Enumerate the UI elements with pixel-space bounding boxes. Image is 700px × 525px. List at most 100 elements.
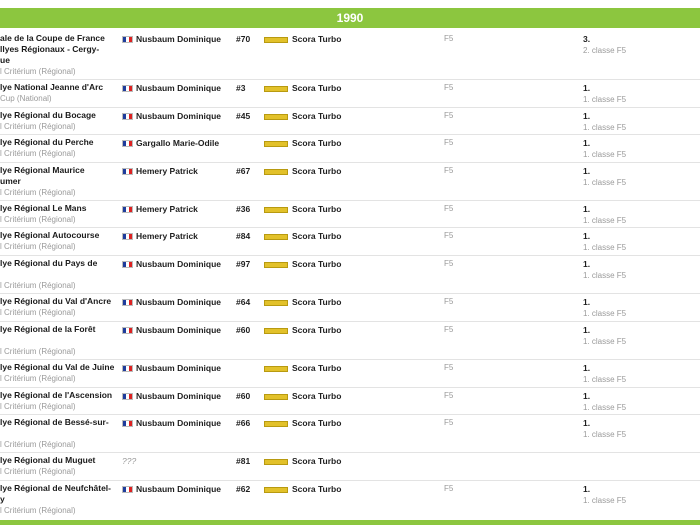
car-model[interactable]: Scora Turbo (292, 111, 341, 121)
table-row[interactable]: ale de la Coupe de France llyes Régionaux… (0, 30, 700, 80)
event-name[interactable]: lye Régional Le Mans (0, 203, 118, 214)
driver-name[interactable]: Nusbaum Dominique (136, 297, 221, 307)
event-cell[interactable]: lye Régional Maurice umer l Critérium (Rég… (0, 165, 118, 198)
event-name[interactable]: lye Régional du Val de Juine (0, 362, 118, 373)
event-name[interactable]: ale de la Coupe de France (0, 33, 118, 44)
car-model[interactable]: Scora Turbo (292, 138, 341, 148)
event-name[interactable]: lye Régional de Bessé-sur- (0, 417, 118, 428)
group-label: F5 (444, 484, 454, 493)
table-row[interactable]: lye Régional Autocourse l Critérium (Régi… (0, 227, 700, 256)
event-name[interactable]: llyes Régionaux - Cergy- (0, 44, 118, 55)
event-cell[interactable]: lye Régional de la Forêt l Critérium (Rég… (0, 324, 118, 357)
table-row[interactable]: lye National Jeanne d'Arc Cup (National) N… (0, 79, 700, 108)
driver-cell: Hemery Patrick (122, 204, 198, 214)
driver-name[interactable]: Nusbaum Dominique (136, 363, 221, 373)
driver-name[interactable]: Nusbaum Dominique (136, 418, 221, 428)
driver-name[interactable]: Gargallo Marie-Odile (136, 138, 219, 148)
event-name[interactable]: y (0, 494, 118, 505)
result-class: 1. classe F5 (583, 430, 627, 439)
car-number: #64 (236, 297, 251, 307)
car-cell: Scora Turbo (264, 231, 341, 241)
event-cell[interactable]: lye Régional du Pays de l Critérium (Régi… (0, 258, 118, 291)
event-name[interactable]: lye Régional de l'Ascension (0, 390, 118, 401)
event-name[interactable]: lye Régional de la Forêt (0, 324, 118, 335)
group-label: F5 (444, 166, 454, 175)
driver-name[interactable]: Hemery Patrick (136, 204, 198, 214)
table-row[interactable]: lye Régional de la Forêt l Critérium (Rég… (0, 321, 700, 360)
table-row[interactable]: lye Régional de l'Ascension l Critérium (… (0, 387, 700, 415)
driver-name[interactable]: Hemery Patrick (136, 231, 198, 241)
car-model[interactable]: Scora Turbo (292, 391, 341, 401)
car-model[interactable]: Scora Turbo (292, 297, 341, 307)
table-row[interactable]: lye Régional du Pays de l Critérium (Régi… (0, 255, 700, 294)
result-cell: 1. 1. classe F5 (583, 484, 626, 506)
car-model[interactable]: Scora Turbo (292, 363, 341, 373)
driver-name[interactable]: Nusbaum Dominique (136, 34, 221, 44)
event-name[interactable]: lye Régional du Muguet (0, 455, 118, 466)
event-cell[interactable]: lye Régional de Neufchâtel-y l Critérium … (0, 483, 118, 516)
car-model[interactable]: Scora Turbo (292, 456, 341, 466)
group-label: F5 (444, 231, 454, 240)
event-category: l Critérium (Régional) (0, 281, 76, 290)
event-cell[interactable]: lye Régional du Muguet l Critérium (Régio… (0, 455, 118, 477)
result-position: 1. (583, 231, 591, 241)
event-name[interactable]: lye Régional du Bocage (0, 110, 118, 121)
table-row[interactable]: lye Régional du Bocage l Critérium (Régio… (0, 107, 700, 135)
table-row[interactable]: lye Régional Le Mans l Critérium (Régiona… (0, 200, 700, 228)
event-cell[interactable]: lye Régional Autocourse l Critérium (Régi… (0, 230, 118, 252)
event-cell[interactable]: lye National Jeanne d'Arc Cup (National) (0, 82, 118, 104)
car-model[interactable]: Scora Turbo (292, 34, 341, 44)
table-row[interactable]: lye Régional du Val d'Ancre l Critérium (… (0, 293, 700, 322)
car-model[interactable]: Scora Turbo (292, 484, 341, 494)
event-name[interactable]: lye Régional du Val d'Ancre (0, 296, 118, 307)
driver-name[interactable]: ??? (122, 456, 136, 466)
group-label: F5 (444, 34, 454, 43)
event-cell[interactable]: lye Régional du Perche l Critérium (Régio… (0, 137, 118, 159)
table-row[interactable]: lye Régional du Val de Juine l Critérium … (0, 359, 700, 388)
event-cell[interactable]: lye Régional Le Mans l Critérium (Régiona… (0, 203, 118, 225)
driver-name[interactable]: Nusbaum Dominique (136, 259, 221, 269)
driver-name[interactable]: Nusbaum Dominique (136, 111, 221, 121)
event-cell[interactable]: lye Régional de Bessé-sur-l Critérium (R… (0, 417, 118, 450)
event-name[interactable]: lye National Jeanne d'Arc (0, 82, 118, 93)
event-name[interactable]: umer (0, 176, 118, 187)
event-name[interactable]: ue (0, 55, 118, 66)
car-model[interactable]: Scora Turbo (292, 204, 341, 214)
result-position: 1. (583, 297, 591, 307)
france-flag-icon (122, 36, 133, 44)
car-model[interactable]: Scora Turbo (292, 259, 341, 269)
table-row[interactable]: lye Régional de Bessé-sur-l Critérium (R… (0, 414, 700, 453)
event-cell[interactable]: lye Régional du Bocage l Critérium (Régio… (0, 110, 118, 132)
event-name[interactable] (0, 335, 118, 346)
event-name[interactable]: lye Régional Maurice (0, 165, 118, 176)
car-cell: Scora Turbo (264, 138, 341, 148)
event-cell[interactable]: ale de la Coupe de France llyes Régionaux… (0, 33, 118, 77)
event-cell[interactable]: lye Régional de l'Ascension l Critérium (… (0, 390, 118, 412)
event-name[interactable]: lye Régional du Pays de (0, 258, 118, 269)
table-row[interactable]: lye Régional du Perche l Critérium (Régio… (0, 134, 700, 163)
table-row[interactable]: lye Régional de Neufchâtel-y l Critérium … (0, 480, 700, 521)
event-name[interactable] (0, 269, 118, 280)
scora-logo-icon (264, 140, 288, 147)
driver-name[interactable]: Nusbaum Dominique (136, 83, 221, 93)
car-model[interactable]: Scora Turbo (292, 83, 341, 93)
table-row[interactable]: lye Régional du Muguet l Critérium (Régio… (0, 452, 700, 481)
france-flag-icon (122, 486, 133, 494)
result-cell: 1. 1. classe F5 (583, 363, 626, 385)
event-cell[interactable]: lye Régional du Val de Juine l Critérium … (0, 362, 118, 384)
driver-name[interactable]: Nusbaum Dominique (136, 484, 221, 494)
car-model[interactable]: Scora Turbo (292, 166, 341, 176)
table-row[interactable]: lye Régional Maurice umer l Critérium (Rég… (0, 162, 700, 201)
car-model[interactable]: Scora Turbo (292, 418, 341, 428)
car-model[interactable]: Scora Turbo (292, 231, 341, 241)
event-name[interactable]: lye Régional de Neufchâtel- (0, 483, 118, 494)
driver-name[interactable]: Nusbaum Dominique (136, 325, 221, 335)
event-name[interactable] (0, 428, 118, 439)
driver-name[interactable]: Nusbaum Dominique (136, 391, 221, 401)
event-name[interactable]: lye Régional du Perche (0, 137, 118, 148)
event-name[interactable]: lye Régional Autocourse (0, 230, 118, 241)
event-cell[interactable]: lye Régional du Val d'Ancre l Critérium (… (0, 296, 118, 318)
car-cell: Scora Turbo (264, 456, 341, 466)
driver-name[interactable]: Hemery Patrick (136, 166, 198, 176)
car-model[interactable]: Scora Turbo (292, 325, 341, 335)
